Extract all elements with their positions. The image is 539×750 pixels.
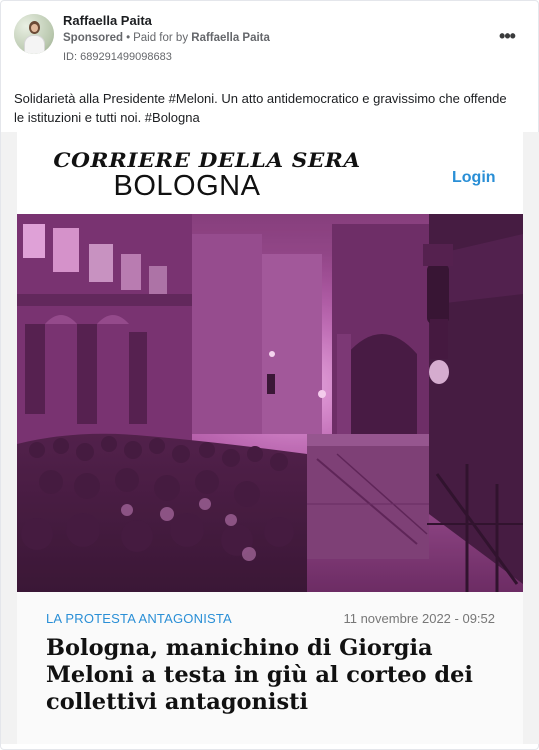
article-section[interactable]: LA PROTESTA ANTAGONISTA <box>46 611 232 626</box>
article-headline[interactable]: Bologna, manichino di Giorgia Meloni a t… <box>46 635 486 716</box>
author-name[interactable]: Raffaella Paita <box>63 13 152 28</box>
ad-id: ID: 689291499098683 <box>63 51 172 63</box>
payer-name[interactable]: Raffaella Paita <box>191 32 270 44</box>
meta-separator: • <box>126 32 131 44</box>
article-preview[interactable]: LA PROTESTA ANTAGONISTA 11 novembre 2022… <box>17 592 523 744</box>
sponsored-label: Sponsored <box>63 32 124 44</box>
newspaper-city: BOLOGNA <box>113 170 261 202</box>
ad-creative[interactable]: CORRIERE DELLA SERA BOLOGNA Login LA PRO… <box>1 132 539 744</box>
more-horizontal-icon: ••• <box>499 26 516 46</box>
more-options-button[interactable]: ••• <box>495 27 519 45</box>
newspaper-masthead: CORRIERE DELLA SERA <box>53 148 361 172</box>
login-link[interactable]: Login <box>452 169 496 187</box>
news-photo <box>17 214 523 592</box>
post-meta: Sponsored • Paid for by Raffaella Paita <box>63 32 270 44</box>
paid-for-prefix: Paid for by <box>133 32 189 44</box>
article-date: 11 novembre 2022 - 09:52 <box>343 611 495 626</box>
newspaper-header: CORRIERE DELLA SERA BOLOGNA Login <box>17 132 523 214</box>
post-text: Solidarietà alla Presidente #Meloni. Un … <box>14 91 507 125</box>
author-avatar[interactable] <box>14 14 54 54</box>
sponsored-post-card: Raffaella Paita Sponsored • Paid for by Ra… <box>0 0 539 750</box>
